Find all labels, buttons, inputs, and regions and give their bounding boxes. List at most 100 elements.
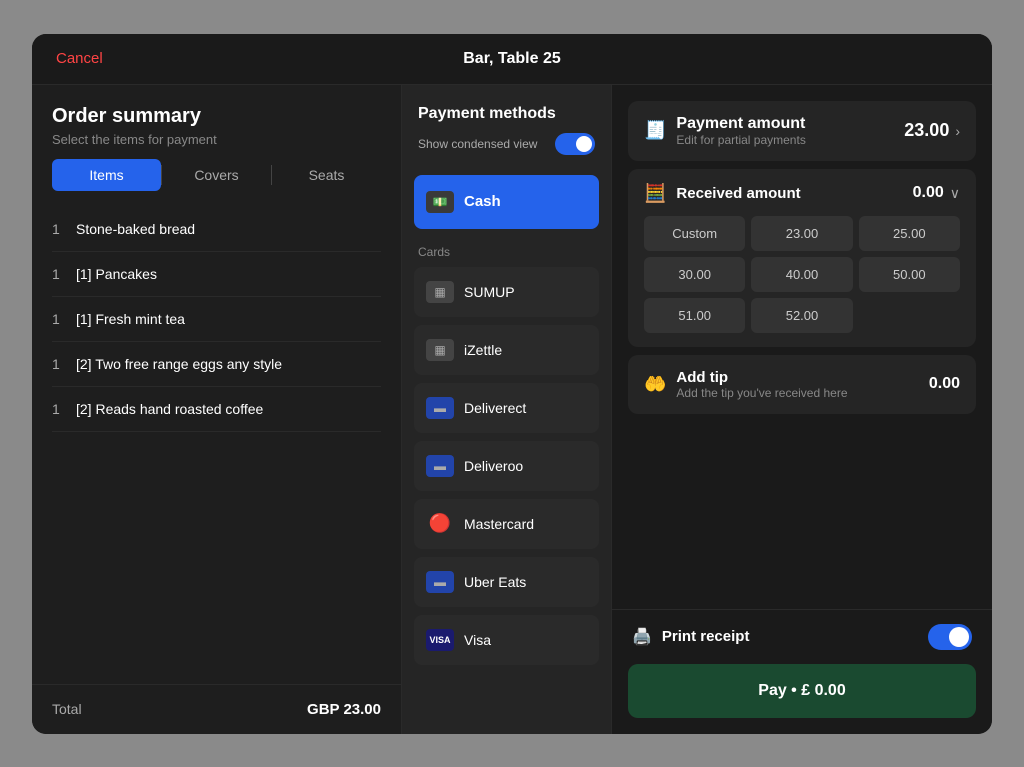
deliverect-icon: ▬ bbox=[426, 397, 454, 419]
payment-methods-title: Payment methods bbox=[418, 105, 595, 123]
amount-btn-25[interactable]: 25.00 bbox=[859, 216, 960, 251]
ubereats-icon: ▬ bbox=[426, 571, 454, 593]
order-item-3[interactable]: 1 [2] Two free range eggs any style bbox=[52, 342, 381, 387]
amount-btn-custom[interactable]: Custom bbox=[644, 216, 745, 251]
order-summary-title: Order summary bbox=[52, 105, 381, 128]
order-item-2[interactable]: 1 [1] Fresh mint tea bbox=[52, 297, 381, 342]
add-tip-card[interactable]: 🤲 Add tip Add the tip you've received he… bbox=[628, 355, 976, 414]
method-mastercard[interactable]: 🔴 Mastercard bbox=[414, 499, 599, 549]
item-qty-3: 1 bbox=[52, 356, 68, 372]
izettle-icon: ▦ bbox=[426, 339, 454, 361]
amount-btn-50[interactable]: 50.00 bbox=[859, 257, 960, 292]
items-list: 1 Stone-baked bread 1 [1] Pancakes 1 [1]… bbox=[32, 207, 401, 684]
total-label: Total bbox=[52, 701, 82, 717]
visa-icon: VISA bbox=[426, 629, 454, 651]
method-ubereats[interactable]: ▬ Uber Eats bbox=[414, 557, 599, 607]
amount-grid: Custom 23.00 25.00 30.00 40.00 50.00 51.… bbox=[644, 216, 960, 333]
printer-icon: 🖨️ bbox=[632, 627, 652, 647]
print-receipt-label: Print receipt bbox=[662, 628, 750, 645]
method-visa[interactable]: VISA Visa bbox=[414, 615, 599, 665]
item-qty-2: 1 bbox=[52, 311, 68, 327]
received-amount-value: 0.00 bbox=[913, 184, 944, 202]
deliveroo-label: Deliveroo bbox=[464, 458, 523, 474]
item-qty-4: 1 bbox=[52, 401, 68, 417]
received-header-left: 🧮 Received amount bbox=[644, 183, 801, 204]
cash-icon: 💵 bbox=[426, 191, 454, 213]
amount-btn-51[interactable]: 51.00 bbox=[644, 298, 745, 333]
payment-amount-label: Payment amount bbox=[676, 115, 805, 133]
deliverect-label: Deliverect bbox=[464, 400, 526, 416]
item-name-1: [1] Pancakes bbox=[76, 266, 157, 282]
condensed-label: Show condensed view bbox=[418, 137, 537, 151]
main-content: Order summary Select the items for payme… bbox=[32, 85, 992, 734]
method-deliverect[interactable]: ▬ Deliverect bbox=[414, 383, 599, 433]
item-name-2: [1] Fresh mint tea bbox=[76, 311, 185, 327]
app-window: Cancel Bar, Table 25 Order summary Selec… bbox=[32, 34, 992, 734]
received-header: 🧮 Received amount 0.00 ∨ bbox=[644, 183, 960, 204]
item-name-3: [2] Two free range eggs any style bbox=[76, 356, 282, 372]
middle-panel: Payment methods Show condensed view 💵 Ca… bbox=[402, 85, 612, 734]
mastercard-icon: 🔴 bbox=[426, 513, 454, 535]
add-tip-left: 🤲 Add tip Add the tip you've received he… bbox=[644, 369, 848, 400]
received-header-right: 0.00 ∨ bbox=[913, 184, 960, 202]
amount-btn-30[interactable]: 30.00 bbox=[644, 257, 745, 292]
payment-amount-sublabel: Edit for partial payments bbox=[676, 133, 805, 147]
tab-bar: Items Covers Seats bbox=[32, 159, 401, 207]
sumup-icon: ▦ bbox=[426, 281, 454, 303]
received-amount-icon: 🧮 bbox=[644, 183, 666, 204]
received-amount-label: Received amount bbox=[676, 185, 800, 202]
mastercard-label: Mastercard bbox=[464, 516, 534, 532]
visa-label: Visa bbox=[464, 632, 491, 648]
tab-covers[interactable]: Covers bbox=[162, 159, 271, 191]
window-title: Bar, Table 25 bbox=[463, 50, 561, 68]
item-name-0: Stone-baked bread bbox=[76, 221, 195, 237]
total-value: GBP 23.00 bbox=[307, 701, 381, 718]
condensed-toggle-row: Show condensed view bbox=[418, 133, 595, 155]
pay-button[interactable]: Pay • £ 0.00 bbox=[628, 664, 976, 718]
order-summary-subtitle: Select the items for payment bbox=[52, 132, 381, 147]
cancel-button[interactable]: Cancel bbox=[56, 50, 103, 67]
print-receipt-toggle[interactable] bbox=[928, 624, 972, 650]
payment-amount-info: Payment amount Edit for partial payments bbox=[676, 115, 805, 147]
payment-amount-icon: 🧾 bbox=[644, 120, 666, 141]
item-name-4: [2] Reads hand roasted coffee bbox=[76, 401, 263, 417]
item-qty-0: 1 bbox=[52, 221, 68, 237]
print-receipt-row: 🖨️ Print receipt bbox=[612, 610, 992, 664]
payment-amount-chevron: › bbox=[955, 123, 960, 139]
method-izettle[interactable]: ▦ iZettle bbox=[414, 325, 599, 375]
add-tip-icon: 🤲 bbox=[644, 374, 666, 395]
order-summary-header: Order summary Select the items for payme… bbox=[32, 85, 401, 159]
cash-label: Cash bbox=[464, 193, 501, 210]
order-item-4[interactable]: 1 [2] Reads hand roasted coffee bbox=[52, 387, 381, 432]
method-deliveroo[interactable]: ▬ Deliveroo bbox=[414, 441, 599, 491]
tab-seats[interactable]: Seats bbox=[272, 159, 381, 191]
amount-btn-52[interactable]: 52.00 bbox=[751, 298, 852, 333]
izettle-label: iZettle bbox=[464, 342, 502, 358]
right-footer: 🖨️ Print receipt Pay • £ 0.00 bbox=[612, 609, 992, 734]
print-receipt-left: 🖨️ Print receipt bbox=[632, 627, 749, 647]
order-total-footer: Total GBP 23.00 bbox=[32, 684, 401, 734]
payment-amount-right: 23.00 › bbox=[904, 120, 960, 141]
add-tip-label: Add tip bbox=[676, 369, 847, 386]
method-sumup[interactable]: ▦ SUMUP bbox=[414, 267, 599, 317]
amount-btn-23[interactable]: 23.00 bbox=[751, 216, 852, 251]
condensed-toggle-switch[interactable] bbox=[555, 133, 595, 155]
cash-button[interactable]: 💵 Cash bbox=[414, 175, 599, 229]
amount-btn-40[interactable]: 40.00 bbox=[751, 257, 852, 292]
right-panel: 🧾 Payment amount Edit for partial paymen… bbox=[612, 85, 992, 734]
add-tip-sublabel: Add the tip you've received here bbox=[676, 386, 847, 400]
ubereats-label: Uber Eats bbox=[464, 574, 526, 590]
order-item-1[interactable]: 1 [1] Pancakes bbox=[52, 252, 381, 297]
tab-items[interactable]: Items bbox=[52, 159, 161, 191]
title-bar: Cancel Bar, Table 25 bbox=[32, 34, 992, 85]
payment-amount-left: 🧾 Payment amount Edit for partial paymen… bbox=[644, 115, 806, 147]
sumup-label: SUMUP bbox=[464, 284, 515, 300]
add-tip-amount: 0.00 bbox=[929, 375, 960, 393]
cards-section-label: Cards bbox=[402, 241, 611, 267]
payment-amount-card[interactable]: 🧾 Payment amount Edit for partial paymen… bbox=[628, 101, 976, 161]
add-tip-info: Add tip Add the tip you've received here bbox=[676, 369, 847, 400]
deliveroo-icon: ▬ bbox=[426, 455, 454, 477]
received-amount-card: 🧮 Received amount 0.00 ∨ Custom 23.00 25… bbox=[628, 169, 976, 347]
order-item-0[interactable]: 1 Stone-baked bread bbox=[52, 207, 381, 252]
payment-amount-value: 23.00 bbox=[904, 120, 949, 141]
